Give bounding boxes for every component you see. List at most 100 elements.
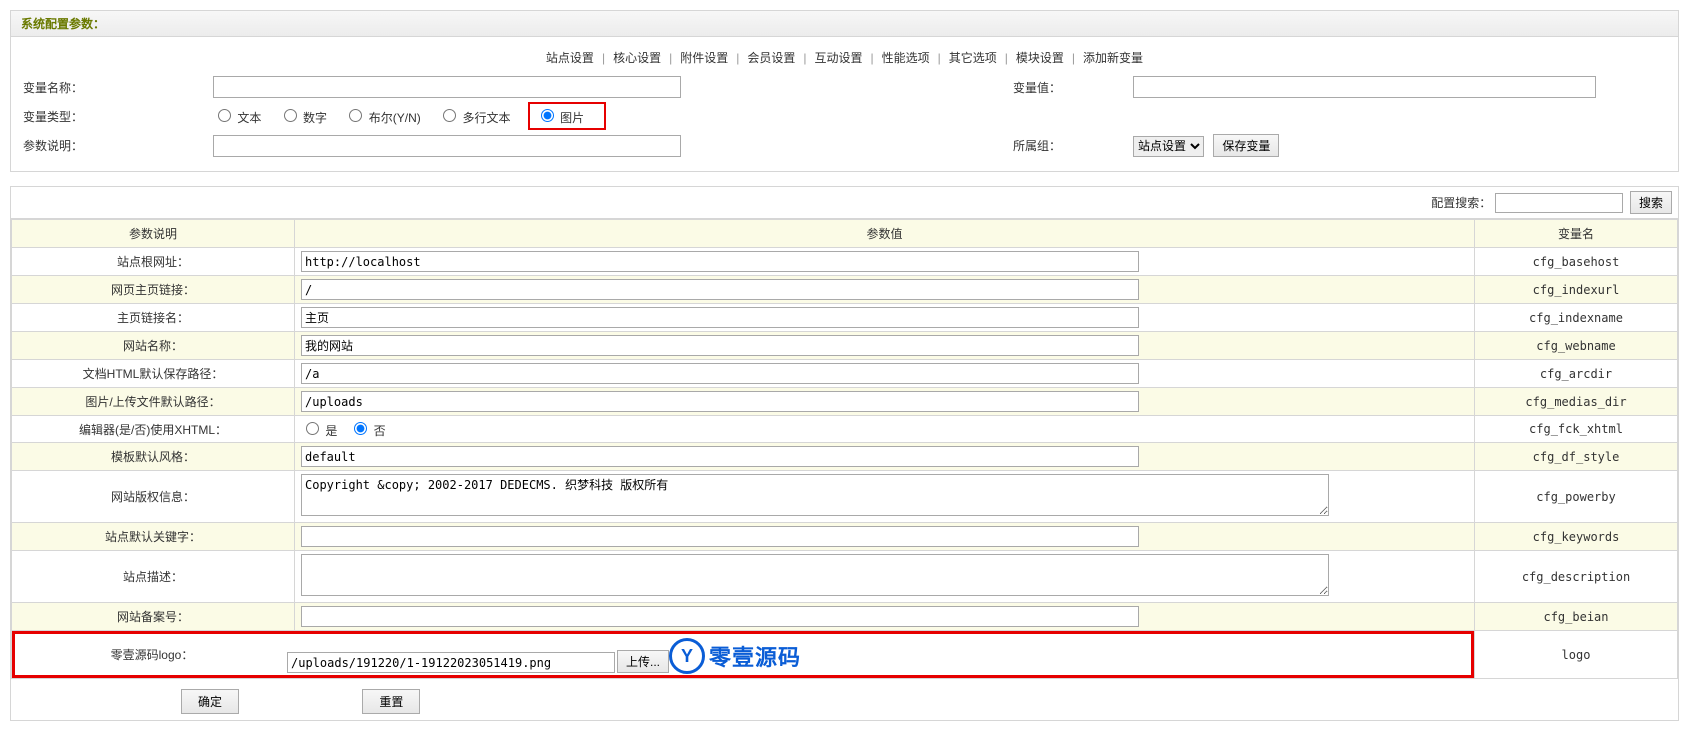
config-text-input[interactable] bbox=[301, 279, 1139, 300]
col-val: 参数值 bbox=[295, 220, 1475, 248]
row-value-cell bbox=[295, 523, 1475, 551]
row-var: logo bbox=[1475, 631, 1678, 679]
row-desc: 网站备案号： bbox=[12, 603, 295, 631]
nav-item[interactable]: 附件设置 bbox=[678, 51, 730, 65]
page-title: 系统配置参数： bbox=[11, 11, 1678, 37]
row-value-cell bbox=[295, 551, 1475, 603]
nav-item[interactable]: 站点设置 bbox=[544, 51, 596, 65]
type-mtext-radio[interactable]: 多行文本 bbox=[438, 111, 510, 125]
save-var-button[interactable]: 保存变量 bbox=[1213, 134, 1279, 157]
table-row: 主页链接名： cfg_indexname bbox=[12, 304, 1678, 332]
row-value-cell bbox=[295, 304, 1475, 332]
table-row: 网站名称： cfg_webname bbox=[12, 332, 1678, 360]
nav-item[interactable]: 其它选项 bbox=[947, 51, 999, 65]
row-var: cfg_webname bbox=[1475, 332, 1678, 360]
group-select[interactable]: 站点设置 bbox=[1133, 136, 1204, 157]
row-value-cell bbox=[295, 471, 1475, 523]
group-label: 所属组： bbox=[1013, 137, 1133, 154]
config-textarea[interactable] bbox=[301, 554, 1329, 596]
row-var: cfg_description bbox=[1475, 551, 1678, 603]
row-var: cfg_indexname bbox=[1475, 304, 1678, 332]
type-bool-radio[interactable]: 布尔(Y/N) bbox=[344, 111, 420, 125]
row-var: cfg_powerby bbox=[1475, 471, 1678, 523]
config-text-input[interactable] bbox=[301, 335, 1139, 356]
type-number-radio[interactable]: 数字 bbox=[279, 111, 327, 125]
row-value-cell: 是 否 bbox=[295, 416, 1475, 443]
param-desc-label: 参数说明： bbox=[21, 137, 213, 154]
config-radio-yes[interactable]: 是 bbox=[301, 424, 337, 438]
logo-row-highlight: 零壹源码logo：上传...Y零壹源码 bbox=[12, 631, 1474, 678]
type-image-highlight: 图片 bbox=[528, 102, 606, 130]
row-value-cell bbox=[295, 603, 1475, 631]
config-text-input[interactable] bbox=[301, 526, 1139, 547]
nav-item[interactable]: 模块设置 bbox=[1014, 51, 1066, 65]
col-desc: 参数说明 bbox=[12, 220, 295, 248]
var-type-label: 变量类型： bbox=[21, 108, 213, 125]
logo-path-input[interactable] bbox=[287, 652, 615, 673]
row-desc: 网站版权信息： bbox=[12, 471, 295, 523]
table-row: 零壹源码logo：上传...Y零壹源码logo bbox=[12, 631, 1678, 679]
config-text-input[interactable] bbox=[301, 391, 1139, 412]
upload-button[interactable]: 上传... bbox=[617, 650, 669, 673]
table-row: 网站备案号： cfg_beian bbox=[12, 603, 1678, 631]
nav-item[interactable]: 互动设置 bbox=[812, 51, 864, 65]
search-input[interactable] bbox=[1495, 193, 1623, 213]
table-row: 网站版权信息： cfg_powerby bbox=[12, 471, 1678, 523]
row-var: cfg_df_style bbox=[1475, 443, 1678, 471]
param-desc-input[interactable] bbox=[213, 135, 681, 157]
type-text-radio[interactable]: 文本 bbox=[213, 111, 261, 125]
row-desc: 文档HTML默认保存路径： bbox=[12, 360, 295, 388]
type-image-radio[interactable]: 图片 bbox=[536, 111, 584, 125]
nav-item[interactable]: 性能选项 bbox=[880, 51, 932, 65]
var-value-input[interactable] bbox=[1133, 76, 1596, 98]
ok-button[interactable]: 确定 bbox=[181, 689, 239, 714]
row-value-cell bbox=[295, 443, 1475, 471]
row-desc: 模板默认风格： bbox=[12, 443, 295, 471]
row-desc: 站点根网址： bbox=[12, 248, 295, 276]
row-var: cfg_fck_xhtml bbox=[1475, 416, 1678, 443]
config-text-input[interactable] bbox=[301, 363, 1139, 384]
config-text-input[interactable] bbox=[301, 251, 1139, 272]
watermark-logo: Y零壹源码 bbox=[669, 639, 801, 673]
row-value-cell bbox=[295, 276, 1475, 304]
nav-item[interactable]: 添加新变量 bbox=[1081, 51, 1145, 65]
var-name-input[interactable] bbox=[213, 76, 681, 98]
row-value-cell bbox=[295, 248, 1475, 276]
row-desc: 网站名称： bbox=[12, 332, 295, 360]
row-var: cfg_keywords bbox=[1475, 523, 1678, 551]
config-text-input[interactable] bbox=[301, 446, 1139, 467]
nav-item[interactable]: 会员设置 bbox=[745, 51, 797, 65]
search-label: 配置搜索： bbox=[1431, 196, 1491, 210]
row-var: cfg_arcdir bbox=[1475, 360, 1678, 388]
row-value-cell bbox=[295, 388, 1475, 416]
row-desc: 主页链接名： bbox=[12, 304, 295, 332]
row-desc: 编辑器(是/否)使用XHTML： bbox=[12, 416, 295, 443]
table-row: 网页主页链接：cfg_indexurl bbox=[12, 276, 1678, 304]
reset-button[interactable]: 重置 bbox=[362, 689, 420, 714]
row-var: cfg_beian bbox=[1475, 603, 1678, 631]
col-var: 变量名 bbox=[1475, 220, 1678, 248]
row-desc: 图片/上传文件默认路径： bbox=[12, 388, 295, 416]
row-var: cfg_basehost bbox=[1475, 248, 1678, 276]
var-value-label: 变量值： bbox=[1013, 79, 1133, 96]
config-text-input[interactable] bbox=[301, 307, 1139, 328]
table-row: 图片/上传文件默认路径： cfg_medias_dir bbox=[12, 388, 1678, 416]
config-textarea[interactable] bbox=[301, 474, 1329, 516]
table-row: 站点描述： cfg_description bbox=[12, 551, 1678, 603]
table-row: 模板默认风格： cfg_df_style bbox=[12, 443, 1678, 471]
row-value-cell bbox=[295, 360, 1475, 388]
row-desc: 站点默认关键字： bbox=[12, 523, 295, 551]
settings-nav: 站点设置|核心设置|附件设置|会员设置|互动设置|性能选项|其它选项|模块设置|… bbox=[21, 45, 1668, 76]
table-row: 编辑器(是/否)使用XHTML： 是 否cfg_fck_xhtml bbox=[12, 416, 1678, 443]
row-desc: 站点描述： bbox=[12, 551, 295, 603]
table-row: 站点默认关键字： cfg_keywords bbox=[12, 523, 1678, 551]
row-var: cfg_medias_dir bbox=[1475, 388, 1678, 416]
config-radio-no[interactable]: 否 bbox=[349, 424, 385, 438]
config-text-input[interactable] bbox=[301, 606, 1139, 627]
row-var: cfg_indexurl bbox=[1475, 276, 1678, 304]
row-value-cell bbox=[295, 332, 1475, 360]
search-button[interactable]: 搜索 bbox=[1630, 191, 1672, 214]
table-row: 站点根网址： cfg_basehost bbox=[12, 248, 1678, 276]
table-row: 文档HTML默认保存路径： cfg_arcdir bbox=[12, 360, 1678, 388]
nav-item[interactable]: 核心设置 bbox=[611, 51, 663, 65]
